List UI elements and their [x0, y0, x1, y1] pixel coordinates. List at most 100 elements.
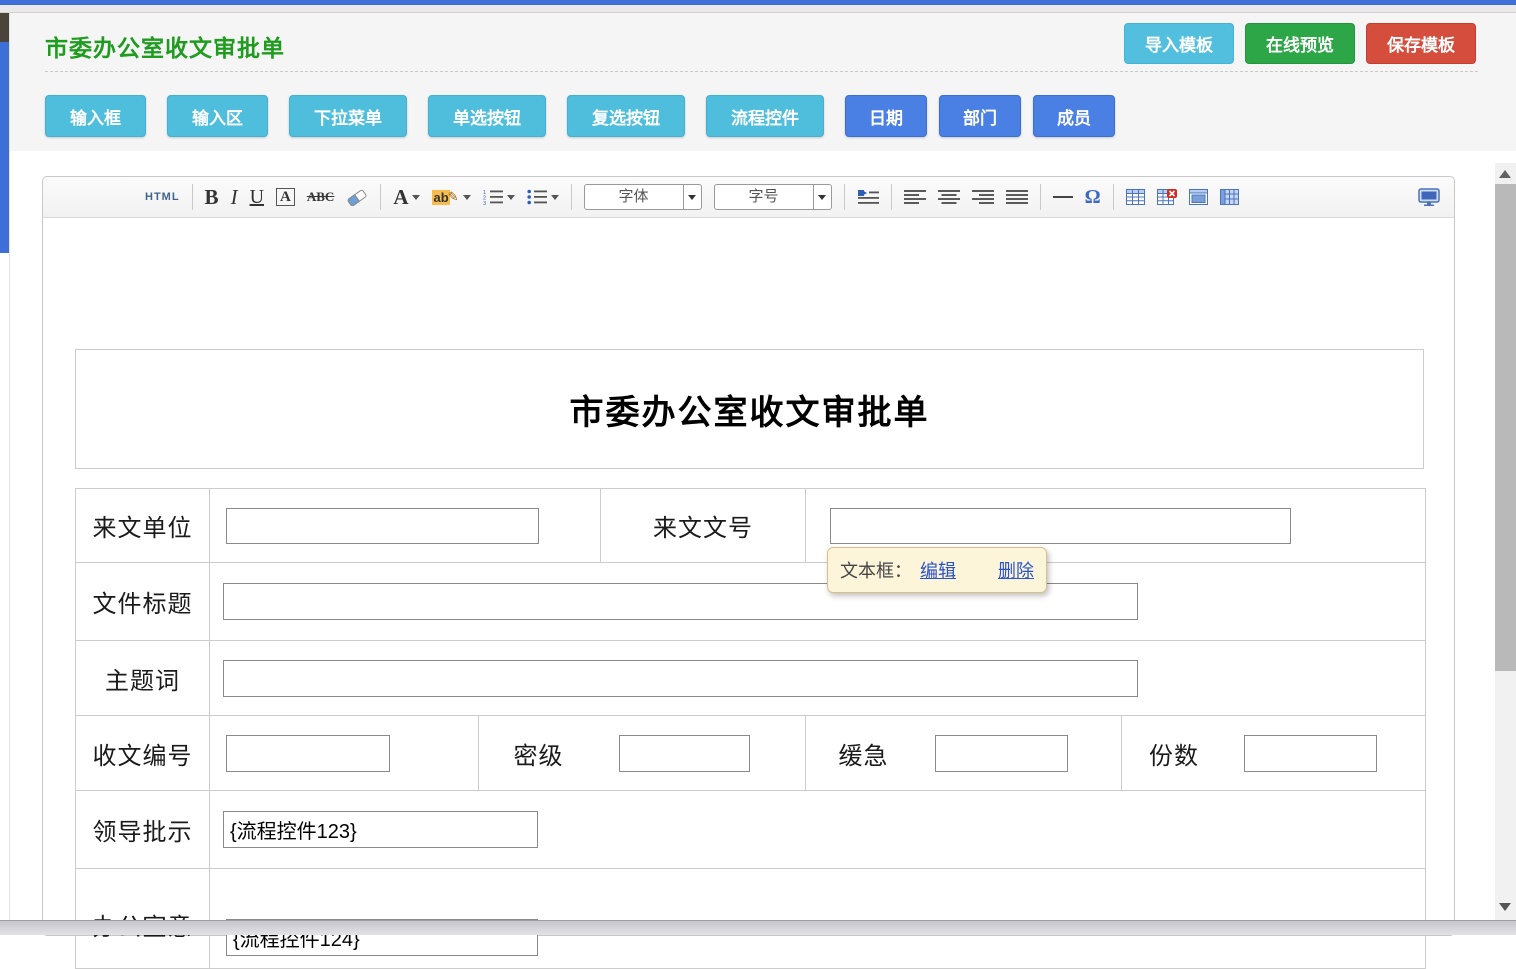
top-window-strip	[0, 5, 1516, 13]
font-color-button[interactable]: A	[393, 185, 420, 210]
control-date-button[interactable]: 日期	[845, 95, 927, 137]
field-label-doc-title: 文件标题	[76, 563, 210, 641]
chevron-down-icon	[463, 195, 471, 200]
align-left-icon	[904, 189, 926, 205]
left-edge-blue-strip	[0, 42, 9, 253]
input-source-unit[interactable]	[226, 508, 539, 544]
fullscreen-monitor-icon	[1418, 188, 1440, 206]
input-subject[interactable]	[223, 660, 1138, 697]
table-row: 文件标题	[76, 563, 1426, 641]
font-family-dropdown-button[interactable]	[683, 185, 701, 209]
control-dropdown-button[interactable]: 下拉菜单	[289, 95, 407, 137]
table-row: 领导批示	[76, 791, 1426, 869]
input-receipt-number[interactable]	[226, 735, 390, 772]
chevron-down-icon	[818, 195, 826, 200]
character-border-button[interactable]: A	[276, 188, 295, 206]
input-doc-number[interactable]	[830, 508, 1291, 544]
field-label-copies: 份数	[1122, 736, 1226, 771]
horizontal-rule-icon	[1053, 196, 1073, 198]
justify-icon	[1006, 189, 1028, 205]
toolbar-separator	[1040, 184, 1041, 210]
control-tooltip: 文本框： 编辑 删除	[827, 547, 1047, 593]
align-center-button[interactable]	[938, 189, 960, 205]
insert-table-icon	[1126, 189, 1145, 205]
font-size-label: 字号	[715, 185, 813, 209]
input-security[interactable]	[619, 735, 750, 772]
header-divider	[45, 71, 1478, 72]
font-size-select[interactable]: 字号	[714, 184, 832, 210]
editor-toolbar: HTML B I U A ABC A ab✎ 1 2 3	[43, 177, 1454, 218]
font-family-select[interactable]: 字体	[584, 184, 702, 210]
field-label-urgency: 缓急	[806, 736, 921, 771]
font-size-dropdown-button[interactable]	[813, 185, 831, 209]
fullscreen-button[interactable]	[1418, 188, 1440, 206]
control-radio-button[interactable]: 单选按钮	[428, 95, 546, 137]
unordered-list-button[interactable]	[527, 189, 559, 205]
control-textarea-button[interactable]: 输入区	[167, 95, 268, 137]
import-template-button[interactable]: 导入模板	[1124, 23, 1234, 64]
tooltip-label: 文本框：	[840, 557, 912, 583]
italic-button[interactable]: I	[231, 185, 238, 210]
toolbar-separator	[1113, 184, 1114, 210]
control-flow-widget-button[interactable]: 流程控件	[706, 95, 824, 137]
control-department-button[interactable]: 部门	[939, 95, 1021, 137]
font-color-glyph: A	[393, 185, 408, 210]
field-label-subject: 主题词	[76, 641, 210, 716]
font-family-label: 字体	[585, 185, 683, 209]
strikethrough-button[interactable]: ABC	[307, 189, 334, 205]
underline-button[interactable]: U	[250, 186, 264, 209]
toolbar-separator	[380, 184, 381, 210]
table-cells-button[interactable]	[1220, 189, 1239, 205]
chevron-down-icon	[688, 195, 696, 200]
scrollbar-track[interactable]	[1495, 163, 1516, 920]
align-center-icon	[938, 189, 960, 205]
table-cells-icon	[1220, 189, 1239, 205]
align-right-icon	[972, 189, 994, 205]
delete-table-button[interactable]	[1157, 189, 1177, 205]
toolbar-separator	[891, 184, 892, 210]
remove-format-eraser-button[interactable]	[346, 188, 368, 206]
table-properties-button[interactable]	[1189, 189, 1208, 205]
scroll-up-arrow-icon[interactable]	[1499, 170, 1511, 178]
form-title: 市委办公室收文审批单	[75, 349, 1424, 469]
toolbar-separator	[844, 184, 845, 210]
align-right-button[interactable]	[972, 189, 994, 205]
field-label-source-unit: 来文单位	[76, 489, 210, 563]
indent-button[interactable]	[857, 189, 879, 205]
horizontal-rule-button[interactable]	[1053, 196, 1073, 198]
header-action-buttons: 导入模板 在线预览 保存模板	[1124, 23, 1476, 64]
control-checkbox-button[interactable]: 复选按钮	[567, 95, 685, 137]
toolbar-separator	[571, 184, 572, 210]
highlight-color-button[interactable]: ab✎	[432, 189, 470, 205]
page-header: 市委办公室收文审批单 导入模板 在线预览 保存模板 输入框 输入区 下拉菜单 单…	[10, 13, 1516, 151]
delete-link[interactable]: 删除	[998, 557, 1034, 583]
toolbar-separator	[192, 184, 193, 210]
chevron-down-icon	[551, 195, 559, 200]
input-urgency[interactable]	[935, 735, 1068, 772]
pencil-icon: ✎	[448, 189, 459, 205]
field-label-receipt-number: 收文编号	[76, 716, 210, 791]
justify-button[interactable]	[1006, 189, 1028, 205]
control-input-box-button[interactable]: 输入框	[45, 95, 146, 137]
input-leader-comments[interactable]	[223, 811, 538, 848]
table-row: 收文编号 密级 缓急 份数	[76, 716, 1426, 791]
left-panel-border	[9, 13, 10, 935]
scroll-down-arrow-icon[interactable]	[1499, 903, 1511, 911]
indent-icon	[857, 189, 879, 205]
bold-button[interactable]: B	[205, 185, 219, 210]
control-member-button[interactable]: 成员	[1033, 95, 1115, 137]
align-left-button[interactable]	[904, 189, 926, 205]
delete-table-icon	[1157, 189, 1177, 205]
insert-table-button[interactable]	[1126, 189, 1145, 205]
scrollbar-thumb[interactable]	[1495, 184, 1516, 671]
chevron-down-icon	[412, 195, 420, 200]
html-source-button[interactable]: HTML	[145, 191, 180, 203]
input-copies[interactable]	[1244, 735, 1377, 772]
edit-link[interactable]: 编辑	[920, 557, 956, 583]
special-character-button[interactable]: Ω	[1085, 186, 1101, 209]
ordered-list-button[interactable]: 1 2 3	[483, 189, 515, 205]
save-template-button[interactable]: 保存模板	[1366, 23, 1476, 64]
table-row: 主题词	[76, 641, 1426, 716]
chevron-down-icon	[507, 195, 515, 200]
online-preview-button[interactable]: 在线预览	[1245, 23, 1355, 64]
